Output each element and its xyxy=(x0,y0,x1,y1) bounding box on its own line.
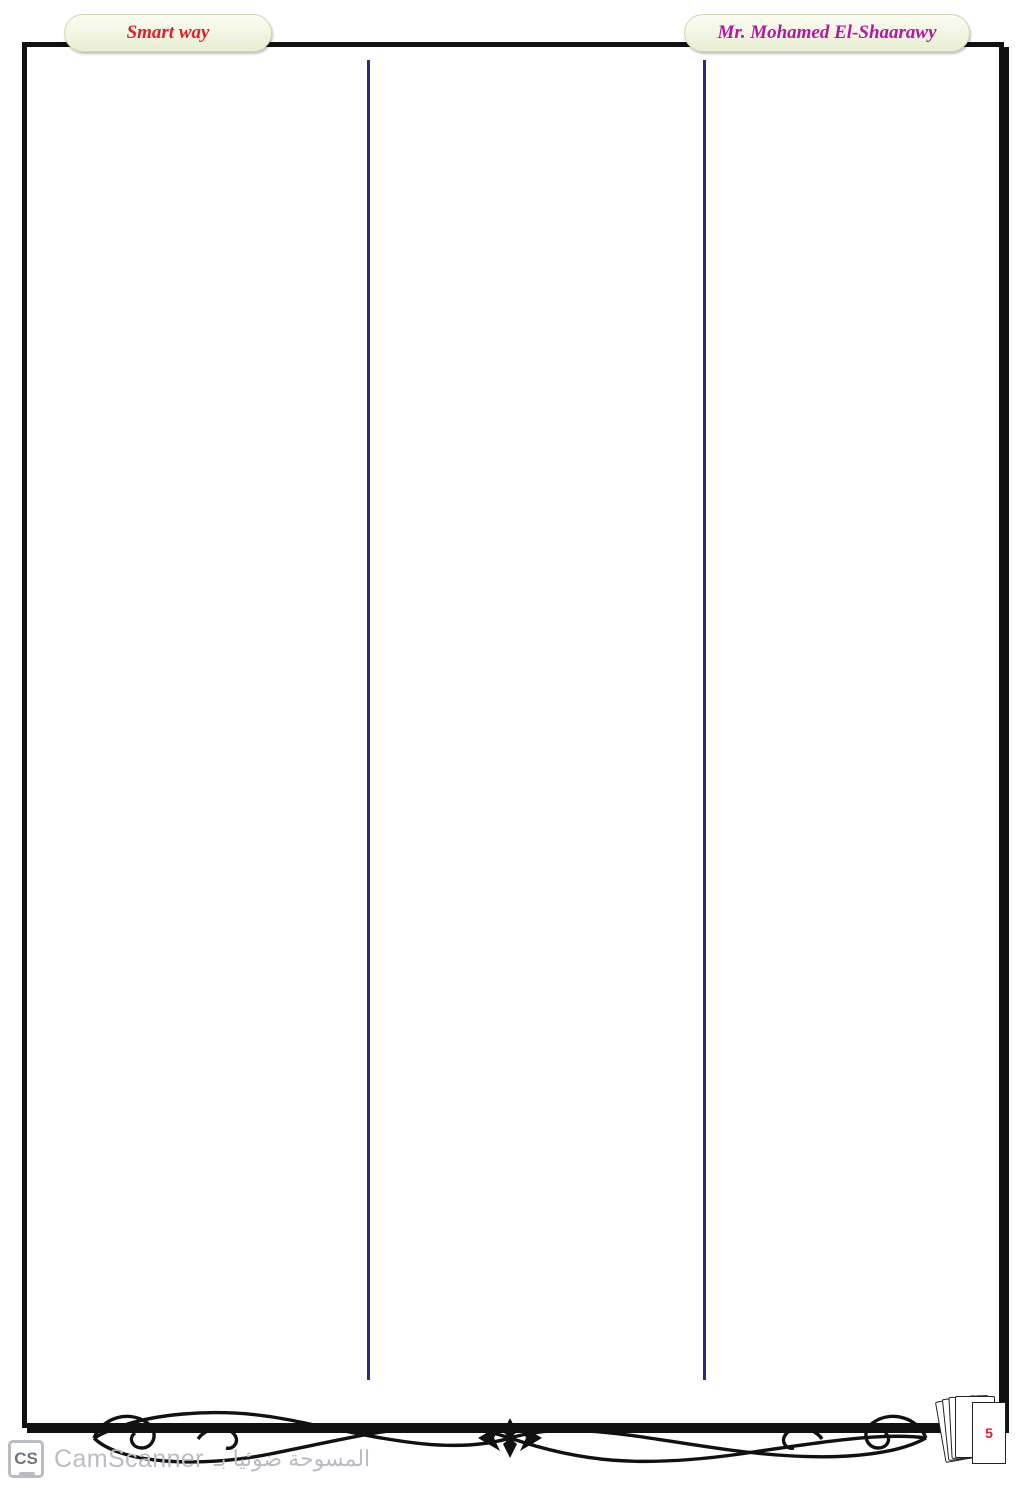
camscanner-arabic-label: المسوحة ضوئيا بـ xyxy=(213,1446,371,1471)
camscanner-logo-icon: CS xyxy=(8,1440,44,1478)
page-number-card-stack: 5 xyxy=(934,1394,1012,1470)
question-columns xyxy=(27,60,999,1380)
page-number: 5 xyxy=(972,1402,1006,1464)
header-badge-right-label: Mr. Mohamed El-Shaarawy xyxy=(717,22,937,43)
column-2 xyxy=(367,60,703,1380)
column-3 xyxy=(703,60,999,1380)
column-1 xyxy=(27,60,367,1380)
header-badge-right: Mr. Mohamed El-Shaarawy xyxy=(684,14,970,52)
header-badge-left: Smart way xyxy=(64,14,272,52)
camscanner-label: CamScanner xyxy=(54,1444,204,1473)
camscanner-watermark: CS CamScanner المسوحة ضوئيا بـ xyxy=(8,1440,370,1478)
header-badge-left-label: Smart way xyxy=(126,22,210,43)
